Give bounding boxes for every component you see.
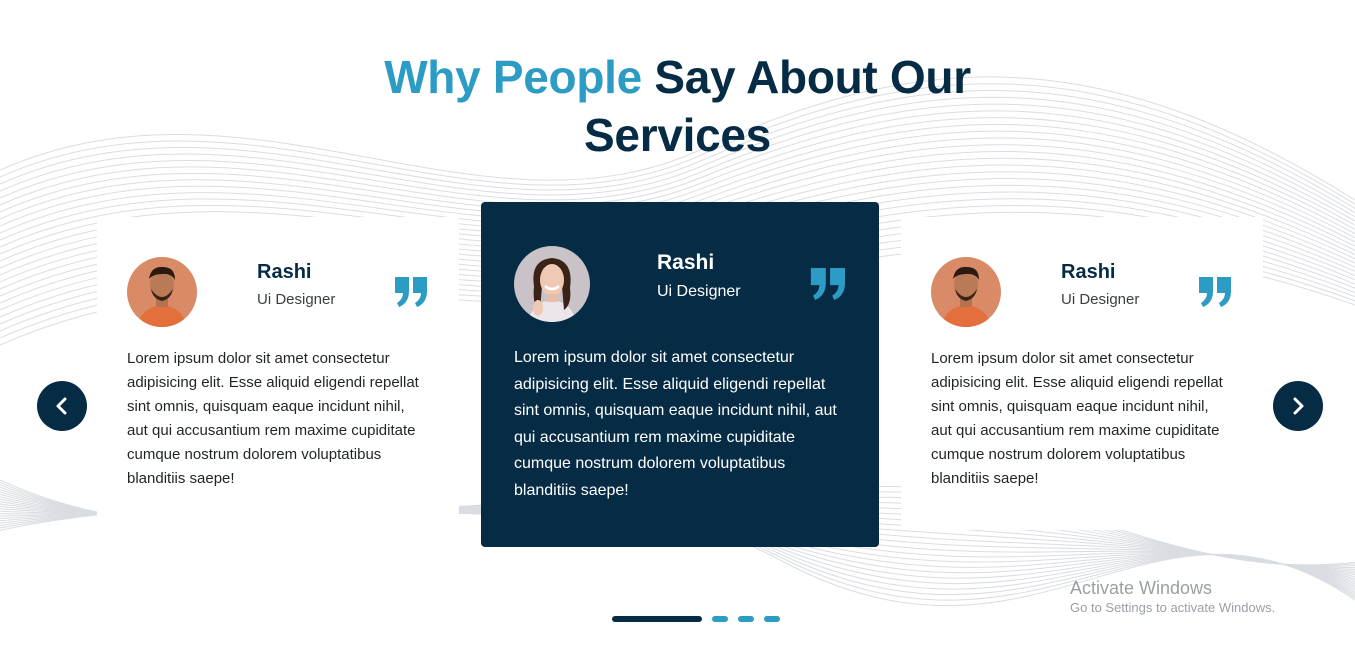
pagination-dot[interactable] bbox=[764, 616, 780, 622]
testimonial-text: Lorem ipsum dolor sit amet consectetur a… bbox=[514, 349, 837, 499]
prev-button[interactable] bbox=[37, 381, 87, 431]
pagination-dot[interactable] bbox=[712, 616, 728, 622]
testimonial-role: Ui Designer bbox=[657, 283, 741, 300]
testimonial-text: Lorem ipsum dolor sit amet consectetur a… bbox=[931, 350, 1223, 487]
avatar bbox=[127, 257, 197, 327]
testimonial-card-active: Rashi Ui Designer Lorem ipsum dolor sit … bbox=[481, 202, 879, 547]
testimonial-card: Rashi Ui Designer Lorem ipsum dolor sit … bbox=[97, 217, 459, 530]
next-button[interactable] bbox=[1273, 381, 1323, 431]
quote-icon bbox=[1199, 277, 1233, 307]
testimonial-role: Ui Designer bbox=[257, 291, 336, 308]
testimonial-role: Ui Designer bbox=[1061, 291, 1140, 308]
quote-icon bbox=[395, 277, 429, 307]
testimonial-text: Lorem ipsum dolor sit amet consectetur a… bbox=[127, 350, 419, 487]
windows-activation-watermark: Activate Windows Go to Settings to activ… bbox=[1070, 577, 1275, 617]
pagination-dot-active[interactable] bbox=[612, 616, 702, 622]
avatar bbox=[931, 257, 1001, 327]
testimonial-card: Rashi Ui Designer Lorem ipsum dolor sit … bbox=[901, 217, 1263, 530]
watermark-title: Activate Windows bbox=[1070, 578, 1213, 598]
heading-line2: Services bbox=[584, 109, 771, 161]
chevron-right-icon bbox=[1293, 397, 1304, 415]
avatar bbox=[514, 246, 590, 322]
quote-icon bbox=[810, 268, 848, 300]
testimonial-name: Rashi bbox=[657, 251, 715, 274]
watermark-subtitle: Go to Settings to activate Windows. bbox=[1070, 600, 1276, 615]
pagination-dot[interactable] bbox=[738, 616, 754, 622]
testimonial-name: Rashi bbox=[1061, 261, 1116, 283]
testimonial-name: Rashi bbox=[257, 261, 312, 283]
chevron-left-icon bbox=[56, 397, 67, 415]
heading-text: Say About Our bbox=[654, 51, 971, 103]
section-heading: Why People Say About Our Services bbox=[0, 48, 1355, 164]
heading-accent: Why People bbox=[384, 51, 642, 103]
